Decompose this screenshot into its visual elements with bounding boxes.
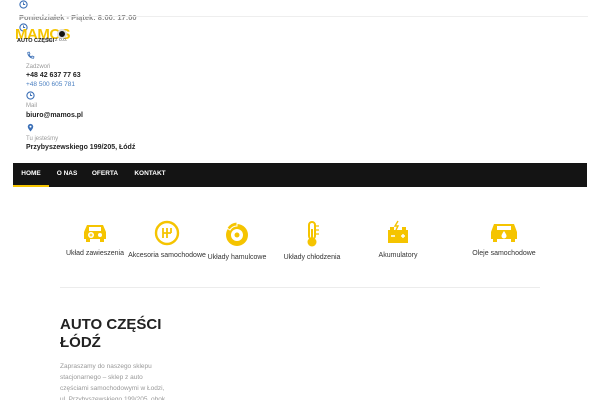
brake-disc-icon	[226, 221, 248, 246]
address: Przybyszewskiego 199/205, Łódź	[26, 144, 136, 151]
opening-hours: Poniedziałek - Piątek: 8:00: 17:00	[19, 13, 137, 22]
divider	[19, 16, 588, 17]
car-suspension-icon	[84, 225, 106, 242]
page-title: AUTO CZĘŚCI ŁÓDŹ	[60, 316, 162, 351]
category-label: Akumulatory	[378, 252, 418, 259]
category-uklady-chlodzenia[interactable]: Układy chłodzenia	[262, 220, 362, 263]
category-oleje-samochodowe[interactable]: Oleje samochodowe	[454, 220, 554, 259]
logo-small-text: sp. z o.o.	[47, 37, 68, 43]
category-label: Oleje samochodowe	[472, 250, 536, 257]
email-link[interactable]: biuro@mamos.pl	[26, 112, 83, 119]
nav-item-oferta[interactable]: OFERTA	[87, 163, 123, 187]
phone-icon	[27, 51, 35, 59]
mail-label: Mail	[26, 103, 38, 109]
thermometer-icon	[307, 221, 319, 247]
phone-main[interactable]: +48 42 637 77 63	[26, 72, 81, 79]
location-pin-icon	[27, 123, 34, 132]
nav-item-home[interactable]: HOME	[13, 163, 49, 187]
battery-icon	[388, 220, 408, 243]
nav-item-kontakt[interactable]: KONTAKT	[129, 163, 171, 187]
clock-icon	[19, 0, 28, 9]
intro-paragraph: Zapraszamy do naszego sklepu stacjonarne…	[60, 363, 166, 400]
location-label: Tu jesteśmy	[26, 136, 59, 142]
phone-alt[interactable]: +48 500 605 781	[26, 81, 75, 88]
gearbox-icon	[154, 220, 180, 246]
clock-icon	[26, 91, 35, 100]
category-label: Układy chłodzenia	[283, 254, 341, 261]
divider	[60, 287, 540, 288]
main-navigation: HOME O NAS OFERTA KONTAKT	[13, 163, 587, 187]
car-oil-icon	[491, 224, 517, 242]
category-akumulatory[interactable]: Akumulatory	[348, 220, 448, 261]
nav-item-o-nas[interactable]: O NAS	[51, 163, 83, 187]
logo[interactable]: MAMOS AUTO CZĘŚCI sp. z o.o.	[15, 26, 79, 48]
call-label: Zadzwoń	[26, 64, 51, 70]
